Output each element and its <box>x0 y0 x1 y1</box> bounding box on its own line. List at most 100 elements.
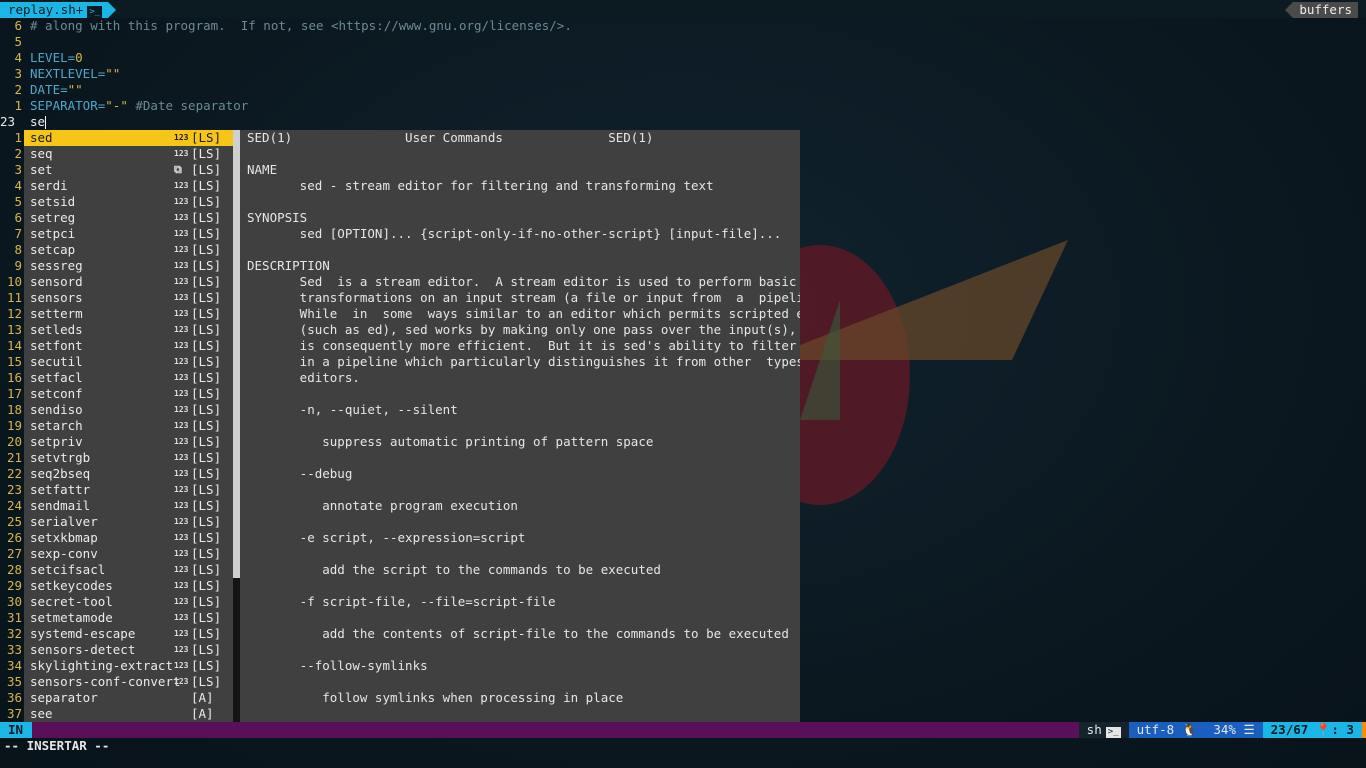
completion-item[interactable]: 24 sendmail 123 [LS] <box>7 498 233 514</box>
completion-item[interactable]: 15 secutil 123 [LS] <box>7 354 233 370</box>
code-line[interactable]: 2 DATE="" <box>0 82 1366 98</box>
completion-item[interactable]: 7 setpci 123 [LS] <box>14 226 233 242</box>
completion-item[interactable]: 4 serdi 123 [LS] <box>14 178 233 194</box>
completion-item[interactable]: 13 setleds 123 [LS] <box>7 322 233 338</box>
completion-item[interactable]: 8 setcap 123 [LS] <box>14 242 233 258</box>
completion-line-number: 3 <box>14 162 22 177</box>
completion-item[interactable]: 31 setmetamode 123 [LS] <box>7 610 233 626</box>
completion-item[interactable]: 26 setxkbmap 123 [LS] <box>7 530 233 546</box>
completion-item[interactable]: 27 sexp-conv 123 [LS] <box>7 546 233 562</box>
code-line[interactable]: 1 SEPARATOR="-" #Date separator <box>0 98 1366 114</box>
completion-word: secret-tool <box>30 594 113 609</box>
number-kind-icon: 123 <box>174 149 189 158</box>
number-kind-icon: 123 <box>174 517 189 526</box>
completion-line-number: 14 <box>6 338 22 353</box>
filetype-segment: sh >_ <box>1078 722 1129 738</box>
tabline: replay.sh+ >_ buffers <box>0 0 1366 18</box>
completion-item[interactable]: 16 setfacl 123 [LS] <box>7 370 233 386</box>
lines-icon: ☰ <box>1243 722 1255 737</box>
completion-item[interactable]: 1 sed 123 [LS] <box>14 130 233 146</box>
doc-line: add the contents of script-file to the c… <box>247 626 789 641</box>
completion-line-number: 11 <box>6 290 22 305</box>
completion-item[interactable]: 17 setconf 123 [LS] <box>7 386 233 402</box>
code-line[interactable]: 4 LEVEL=0 <box>0 50 1366 66</box>
completion-item[interactable]: 30 secret-tool 123 [LS] <box>7 594 233 610</box>
completion-source: [LS] <box>191 354 222 369</box>
completion-word: setleds <box>30 322 83 337</box>
completion-word: setconf <box>30 386 83 401</box>
line-text: DATE="" <box>30 82 83 97</box>
completion-source: [LS] <box>191 658 222 673</box>
completion-line-number: 22 <box>6 466 22 481</box>
completion-source: [LS] <box>191 162 222 177</box>
completion-item[interactable]: 10 sensord 123 [LS] <box>7 274 233 290</box>
doc-line: NAME <box>247 162 278 177</box>
completion-item[interactable]: 18 sendiso 123 [LS] <box>7 402 233 418</box>
completion-scrollbar-thumb[interactable] <box>233 130 240 578</box>
completion-source: [LS] <box>191 146 222 161</box>
number-kind-icon: 123 <box>174 229 189 238</box>
cube-icon: ⧉ <box>174 163 182 176</box>
completion-item[interactable]: 25 serialver 123 [LS] <box>7 514 233 530</box>
completion-item[interactable]: 35 sensors-conf-convert 123 [LS] <box>7 674 233 690</box>
number-kind-icon: 123 <box>174 469 189 478</box>
completion-word: sessreg <box>30 258 83 273</box>
completion-item[interactable]: 2 seq 123 [LS] <box>14 146 233 162</box>
completion-word: setfont <box>30 338 83 353</box>
completion-item[interactable]: 23 setfattr 123 [LS] <box>7 482 233 498</box>
number-kind-icon: 123 <box>174 549 189 558</box>
completion-item[interactable]: 5 setsid 123 [LS] <box>14 194 233 210</box>
code-line[interactable]: 3 NEXTLEVEL="" <box>0 66 1366 82</box>
completion-item[interactable]: 34 skylighting-extract 123 [LS] <box>7 658 233 674</box>
mode-indicator: IN <box>0 722 32 738</box>
current-line[interactable]: 23 se <box>0 114 1366 130</box>
line-text: # along with this program. If not, see <… <box>30 18 572 33</box>
code-line[interactable]: 6 # along with this program. If not, see … <box>0 18 1366 34</box>
completion-item[interactable]: 32 systemd-escape 123 [LS] <box>7 626 233 642</box>
doc-line <box>240 242 800 258</box>
completion-word: systemd-escape <box>30 626 136 641</box>
completion-word: setpci <box>30 226 76 241</box>
number-kind-icon: 123 <box>174 485 189 494</box>
line-text: NEXTLEVEL="" <box>30 66 121 81</box>
completion-item[interactable]: 28 setcifsacl 123 [LS] <box>7 562 233 578</box>
completion-item[interactable]: 6 setreg 123 [LS] <box>14 210 233 226</box>
completion-scrollbar-track[interactable] <box>233 578 240 738</box>
doc-line: -n, --quiet, --silent <box>247 402 458 417</box>
completion-word: setmetamode <box>30 610 113 625</box>
tab-replay-sh[interactable]: replay.sh+ >_ <box>0 2 117 18</box>
completion-line-number: 17 <box>6 386 22 401</box>
completion-word: setfattr <box>30 482 91 497</box>
line-number: 6 <box>14 18 22 33</box>
code-line[interactable]: 5 <box>0 34 1366 50</box>
completion-line-number: 9 <box>14 258 22 273</box>
completion-menu[interactable]: 1 sed 123 [LS] 2 seq 123 [LS] 3 set ⧉ [LS] 4 serdi 123… <box>7 130 233 738</box>
line-number: 1 <box>14 98 22 113</box>
completion-item[interactable]: 37 see [A] <box>7 706 233 722</box>
completion-item[interactable]: 22 seq2bseq 123 [LS] <box>7 466 233 482</box>
buffers-label[interactable]: buffers <box>1285 2 1358 18</box>
completion-item[interactable]: 12 setterm 123 [LS] <box>7 306 233 322</box>
completion-item[interactable]: 29 setkeycodes 123 [LS] <box>7 578 233 594</box>
completion-line-number: 5 <box>14 194 22 209</box>
completion-item[interactable]: 20 setpriv 123 [LS] <box>7 434 233 450</box>
completion-item[interactable]: 14 setfont 123 [LS] <box>7 338 233 354</box>
number-kind-icon: 123 <box>174 613 189 622</box>
number-kind-icon: 123 <box>174 277 189 286</box>
completion-item[interactable]: 11 sensors 123 [LS] <box>7 290 233 306</box>
completion-item[interactable]: 36 separator [A] <box>7 690 233 706</box>
completion-item[interactable]: 19 setarch 123 [LS] <box>7 418 233 434</box>
completion-line-number: 2 <box>14 146 22 161</box>
doc-line: transformations on an input stream (a fi… <box>247 290 800 305</box>
number-kind-icon: 123 <box>174 405 189 414</box>
doc-line: --debug <box>247 466 353 481</box>
number-kind-icon: 123 <box>174 645 189 654</box>
completion-item[interactable]: 33 sensors-detect 123 [LS] <box>7 642 233 658</box>
number-kind-icon: 123 <box>174 581 189 590</box>
completion-item[interactable]: 21 setvtrgb 123 [LS] <box>7 450 233 466</box>
completion-item[interactable]: 9 sessreg 123 [LS] <box>14 258 233 274</box>
editor-buffer[interactable]: 6 # along with this program. If not, see … <box>0 18 1366 130</box>
completion-source: [LS] <box>191 386 222 401</box>
doc-line: is consequently more efficient. But it i… <box>247 338 800 353</box>
completion-item[interactable]: 3 set ⧉ [LS] <box>14 162 233 178</box>
